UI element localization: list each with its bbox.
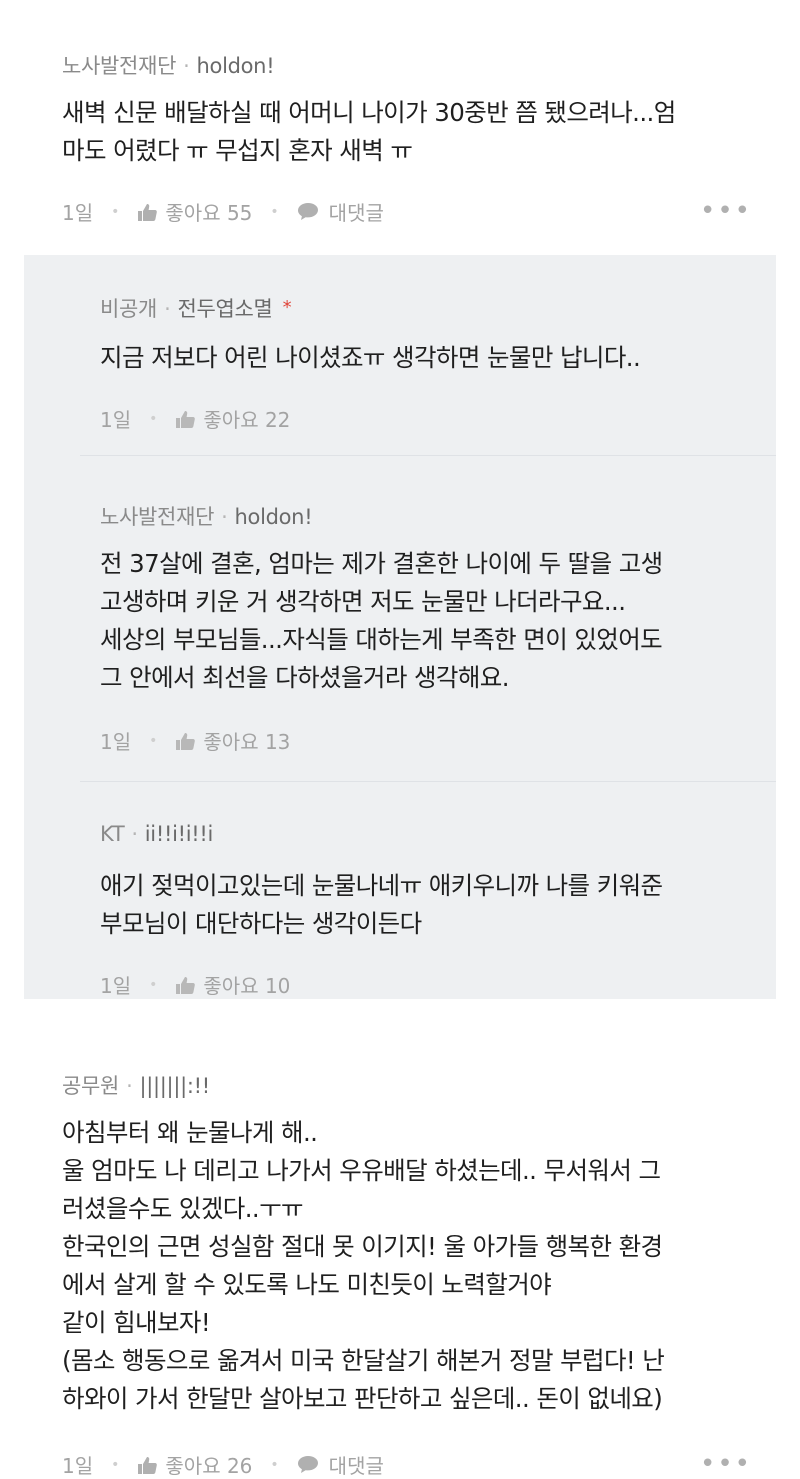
reply-label: 대댓글 xyxy=(328,201,384,225)
comment-text: 전 37살에 결혼, 엄마는 제가 결혼한 나이에 두 딸을 고생 고생하며 키… xyxy=(100,549,663,692)
separator-dot: · xyxy=(126,1074,133,1098)
separator-dot: • xyxy=(149,976,158,993)
author-name[interactable]: 비공개 xyxy=(100,297,157,321)
separator-dot: · xyxy=(183,54,190,78)
separator-dot: · xyxy=(221,505,228,529)
like-count: 좋아요 10 xyxy=(203,974,291,998)
author-nickname[interactable]: ii!!i!i!!i xyxy=(145,822,214,846)
author-name[interactable]: 공무원 xyxy=(62,1074,119,1098)
comment-time: 1일 xyxy=(100,408,132,432)
speech-bubble-icon xyxy=(297,203,318,220)
comment-meta: 공무원 · |||||||:!! xyxy=(62,1070,210,1100)
author-nickname[interactable]: 전두엽소멸 xyxy=(177,297,272,321)
comment-time: 1일 xyxy=(100,974,132,998)
separator-dot: • xyxy=(149,410,158,427)
separator-dot: • xyxy=(111,203,120,220)
separator-dot: • xyxy=(270,203,279,220)
thumbs-up-icon xyxy=(138,1456,158,1474)
comment-actions: 1일 • 좋아요 10 xyxy=(100,970,290,999)
comment: 노사발전재단 · holdon! 새벽 신문 배달하실 때 어머니 나이가 30중반… xyxy=(0,0,800,250)
reply-comment: 비공개 · 전두엽소멸 * 지금 저보다 어린 나이셨죠ㅠ 생각하면 눈물만 납니다.… xyxy=(0,255,800,450)
reply-comment: 노사발전재단 · holdon! 전 37살에 결혼, 엄마는 제가 결혼한 나이에… xyxy=(0,456,800,781)
comment-actions: 1일 • 좋아요 13 xyxy=(100,726,290,755)
comment-meta: 노사발전재단 · holdon! xyxy=(100,501,313,531)
comment-time: 1일 xyxy=(100,730,132,754)
like-count: 좋아요 55 xyxy=(165,201,253,225)
author-nickname[interactable]: holdon! xyxy=(197,54,275,78)
comment-meta: 노사발전재단 · holdon! xyxy=(62,50,275,80)
comment-time: 1일 xyxy=(62,201,94,225)
thumbs-up-icon xyxy=(176,976,196,994)
separator-dot: · xyxy=(131,822,138,846)
like-button[interactable]: 좋아요 22 xyxy=(175,404,290,433)
separator-dot: · xyxy=(164,297,171,321)
like-count: 좋아요 22 xyxy=(203,408,291,432)
separator-dot: • xyxy=(149,732,158,749)
author-name[interactable]: 노사발전재단 xyxy=(100,505,214,529)
comment-text: 애기 젖먹이고있는데 눈물나네ㅠ 애키우니까 나를 키워준 부모님이 대단하다는… xyxy=(100,871,663,938)
thumbs-up-icon xyxy=(176,410,196,428)
comment-text: 새벽 신문 배달하실 때 어머니 나이가 30중반 쯤 됐으려나...엄 마도 … xyxy=(62,98,676,165)
author-name[interactable]: KT xyxy=(100,822,125,846)
reply-button[interactable]: 대댓글 xyxy=(297,197,384,226)
comment-text: 아침부터 왜 눈물나게 해.. 울 엄마도 나 데리고 나가서 우유배달 하셨는… xyxy=(62,1118,665,1413)
comment-meta: KT · ii!!i!i!!i xyxy=(100,822,213,846)
author-badge: * xyxy=(282,297,292,318)
thumbs-up-icon xyxy=(138,203,158,221)
separator-dot: • xyxy=(270,1456,279,1473)
like-button[interactable]: 좋아요 10 xyxy=(175,970,290,999)
more-options-button[interactable]: ••• xyxy=(700,196,752,226)
speech-bubble-icon xyxy=(297,1456,318,1473)
reply-comment: KT · ii!!i!i!!i 애기 젖먹이고있는데 눈물나네ㅠ 애키우니까 나를 … xyxy=(0,782,800,999)
comment-meta: 비공개 · 전두엽소멸 * xyxy=(100,293,292,323)
comment-actions: 1일 • 좋아요 22 xyxy=(100,404,290,433)
comment-text: 지금 저보다 어린 나이셨죠ㅠ 생각하면 눈물만 납니다.. xyxy=(100,343,641,372)
like-button[interactable]: 좋아요 13 xyxy=(175,726,290,755)
author-name[interactable]: 노사발전재단 xyxy=(62,54,176,78)
thumbs-up-icon xyxy=(176,732,196,750)
author-nickname[interactable]: holdon! xyxy=(235,505,313,529)
separator-dot: • xyxy=(111,1456,120,1473)
like-count: 좋아요 13 xyxy=(203,730,291,754)
comment: 공무원 · |||||||:!! 아침부터 왜 눈물나게 해.. 울 엄마도 나 데… xyxy=(0,1040,800,1479)
like-button[interactable]: 좋아요 55 xyxy=(137,197,252,226)
author-nickname[interactable]: |||||||:!! xyxy=(139,1074,210,1098)
comment-actions: 1일 • 좋아요 55 • 대댓글 xyxy=(62,197,384,226)
